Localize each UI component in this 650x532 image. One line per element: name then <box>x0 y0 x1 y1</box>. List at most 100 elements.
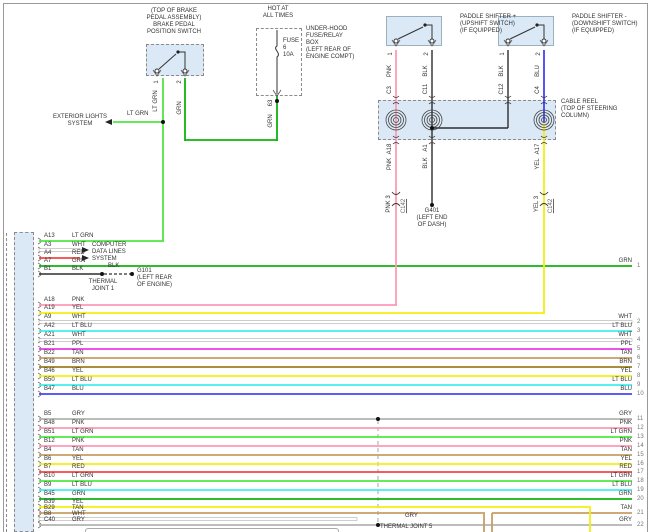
rotated-label: PNK <box>387 158 393 170</box>
right-wire-color: GRY <box>619 411 632 418</box>
rotated-label: BLK <box>423 157 429 168</box>
right-row-number: 21 <box>637 510 644 517</box>
junction-dot <box>430 126 434 130</box>
label: (LEFT REAR <box>137 275 172 282</box>
pin-id-B48: B48 <box>44 420 55 427</box>
junction-dot <box>130 272 134 276</box>
pin-color-A7: GRN <box>72 258 85 265</box>
pin-id-A4: A4 <box>44 250 51 257</box>
right-row-number: 22 <box>637 522 644 529</box>
junction-dot <box>100 272 104 276</box>
rotated-label: BLK <box>499 65 505 76</box>
right-wire-color: YEL <box>621 368 632 375</box>
label: BRAKE PEDAL <box>153 22 195 29</box>
pin-id-A42: A42 <box>44 323 55 330</box>
pin-color-B10: LT GRN <box>72 473 93 480</box>
label: (LEFT REAR OF <box>306 47 351 54</box>
right-row-number: 5 <box>637 346 640 353</box>
label: PEDAL ASSEMBLY) <box>147 15 202 22</box>
junction-dot <box>161 120 165 124</box>
pin-color-B9: LT BLU <box>72 482 92 489</box>
pin-color-B46: YEL <box>72 368 83 375</box>
rotated-label: 1 <box>154 80 160 83</box>
pin-id-B1: B1 <box>44 266 51 273</box>
wire-layer <box>0 0 650 532</box>
right-wire-color: GRN <box>619 258 632 265</box>
pin-color-C40: GRY <box>72 517 85 524</box>
label: SYSTEM <box>68 121 93 128</box>
rotated-label: PNK <box>387 65 393 77</box>
right-wire-color: PNK <box>620 420 632 427</box>
pin-id-A21: A21 <box>44 332 55 339</box>
label: COMPUTER <box>92 242 126 249</box>
pin-id-B6: B6 <box>44 456 51 463</box>
right-wire-color: TAN <box>620 505 632 512</box>
right-wire-color: YEL <box>621 456 632 463</box>
switch-blade <box>510 27 535 39</box>
pin-color-A9: WHT <box>72 314 86 321</box>
rotated-label: 1 <box>388 52 394 55</box>
label: DATA LINES <box>92 249 126 256</box>
right-wire-color: LT BLU <box>612 482 632 489</box>
right-row-number: 7 <box>637 364 640 371</box>
label: G101 <box>137 268 152 275</box>
label: 10A <box>283 52 294 59</box>
rotated-label: YEL 3 <box>534 196 540 212</box>
rotated-label: GRN <box>177 101 183 114</box>
label: EXTERIOR LIGHTS <box>53 114 107 121</box>
rotated-label: PNK 3 <box>386 195 392 212</box>
label: BLK <box>108 263 119 270</box>
pin-id-B7: B7 <box>44 464 51 471</box>
label: UNDER-HOOD <box>306 26 347 33</box>
pin-color-A42: LT BLU <box>72 323 92 330</box>
label: OF ENGINE) <box>137 282 172 289</box>
rotated-label: C4 <box>535 86 541 94</box>
pin-id-B21: B21 <box>44 341 55 348</box>
pin-color-B45: GRN <box>72 491 85 498</box>
pin-color-A19: YEL <box>72 305 83 312</box>
pin-color-B7: RED <box>72 464 85 471</box>
label: PADDLE SHIFTER - <box>572 14 627 21</box>
label: (IF EQUIPPED) <box>460 28 502 35</box>
right-row-number: 11 <box>637 416 643 423</box>
pin-id-B4: B4 <box>44 447 51 454</box>
label: CABLE REEL <box>561 99 598 106</box>
pin-id-B5: B5 <box>44 411 51 418</box>
right-wire-color: LT GRN <box>611 473 632 480</box>
pin-color-A3: WHT <box>72 242 86 249</box>
pin-color-B50: LT BLU <box>72 377 92 384</box>
right-row-number: 9 <box>637 382 640 389</box>
label: (LEFT END <box>417 215 448 222</box>
pin-color-B48: PNK <box>72 420 84 427</box>
wire-A9 <box>39 321 632 324</box>
label: BOX <box>306 40 319 47</box>
right-row-number: 8 <box>637 373 640 380</box>
switch-pin <box>155 69 159 73</box>
switch-pin <box>506 39 510 43</box>
label: (UPSHIFT SWITCH) <box>460 21 515 28</box>
right-row-number: 1 <box>637 263 640 270</box>
wire-B8 <box>39 518 357 521</box>
right-row-number: 13 <box>637 434 644 441</box>
junction-dot <box>376 417 380 421</box>
pin-color-B49: BRN <box>72 359 85 366</box>
junction-dot <box>275 99 279 103</box>
label: FUSE <box>283 38 299 45</box>
right-wire-color: BLU <box>620 386 632 393</box>
label: GRY <box>405 513 418 520</box>
rotated-label: BLK <box>423 65 429 76</box>
pin-id-B50: B50 <box>44 377 55 384</box>
pin-color-B21: PPL <box>72 341 83 348</box>
right-row-number: 18 <box>637 478 644 485</box>
label: (DOWNSHIFT SWITCH) <box>572 21 638 28</box>
right-wire-color: TAN <box>620 350 632 357</box>
right-row-number: 2 <box>637 319 640 326</box>
label: COLUMN) <box>561 113 589 120</box>
pin-id-B12: B12 <box>44 438 55 445</box>
pin-id-A18: A18 <box>44 297 55 304</box>
pin-id-B51: B51 <box>44 429 55 436</box>
switch-pin <box>542 39 546 43</box>
right-wire-color: BRN <box>619 359 632 366</box>
right-row-number: 20 <box>637 496 644 503</box>
pin-color-A4: RED <box>72 250 85 257</box>
